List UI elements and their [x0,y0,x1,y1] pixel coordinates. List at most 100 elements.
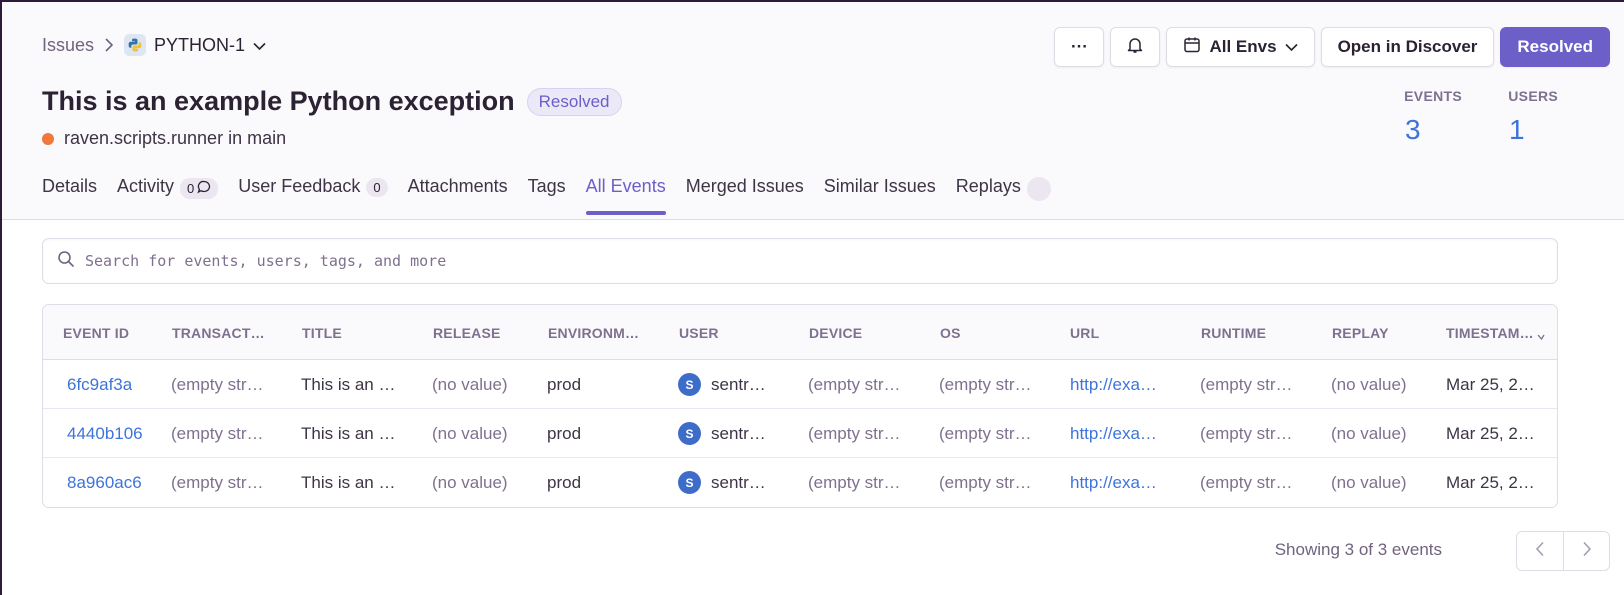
tab-merged-issues[interactable]: Merged Issues [686,172,804,220]
title-cell: This is an … [301,423,396,443]
column-header-url[interactable]: URL [1070,305,1099,360]
column-header-title[interactable]: TITLE [302,305,342,360]
url-link[interactable]: http://exa… [1070,360,1157,409]
search-icon [57,250,75,273]
replay-cell: (no value) [1331,423,1407,443]
events-count[interactable]: 3 [1380,114,1462,146]
url-link[interactable]: http://exa… [1070,409,1157,458]
activity-count-badge: 0 [180,178,219,199]
users-stat-label: USERS [1508,88,1558,104]
tab-label: Activity [117,176,175,196]
issue-header: Issues PYTHON-1 ··· All Envs Open in Dis… [2,2,1624,220]
column-header-release[interactable]: RELEASE [433,305,501,360]
tab-label: All Events [585,176,666,196]
column-header-replay[interactable]: REPLAY [1332,305,1389,360]
tab-details[interactable]: Details [42,172,97,220]
timestamp-cell: Mar 25, 2… [1446,423,1535,443]
resolved-button[interactable]: Resolved [1500,27,1610,67]
users-stat: USERS 1 [1502,88,1558,146]
issue-title-row: This is an example Python exception Reso… [42,86,622,117]
subscribe-button[interactable] [1110,27,1161,67]
table-header: EVENT ID TRANSACT… TITLE RELEASE ENVIRON… [43,305,1557,360]
replay-cell: (no value) [1331,472,1407,492]
runtime-cell: (empty str… [1200,472,1293,492]
next-page-button[interactable] [1563,532,1609,570]
transaction-cell: (empty str… [171,423,264,443]
issue-tabs: Details Activity 0 User Feedback 0 Attac… [42,172,1051,220]
column-header-device[interactable]: DEVICE [809,305,862,360]
tab-label: Replays [955,176,1021,196]
tab-label: Attachments [407,176,508,196]
event-id-link[interactable]: 8a960ac6 [67,458,142,507]
tab-all-events[interactable]: All Events [585,172,666,220]
title-cell: This is an … [301,472,396,492]
pagination-controls [1516,531,1610,571]
environment-cell: prod [547,472,582,492]
column-header-runtime[interactable]: RUNTIME [1201,305,1266,360]
runtime-cell: (empty str… [1200,423,1293,443]
tab-activity[interactable]: Activity 0 [117,172,219,220]
events-stat-label: EVENTS [1404,88,1462,104]
calendar-icon [1183,36,1201,59]
release-cell: (no value) [432,374,508,394]
table-row: 8a960ac6 (empty str… This is an … (no va… [43,458,1557,507]
transaction-cell: (empty str… [171,374,264,394]
tab-tags[interactable]: Tags [528,172,566,220]
previous-page-button[interactable] [1517,532,1563,570]
environment-selector[interactable]: All Envs [1166,27,1315,67]
events-table: EVENT ID TRANSACT… TITLE RELEASE ENVIRON… [42,304,1558,508]
bell-icon [1126,36,1144,59]
avatar: S [678,471,701,494]
user-name: sentr… [711,472,766,492]
chevron-right-icon [1582,541,1592,562]
breadcrumb: Issues PYTHON-1 [42,32,266,58]
more-actions-button[interactable]: ··· [1054,27,1105,67]
environment-cell: prod [547,423,582,443]
open-in-discover-button[interactable]: Open in Discover [1320,27,1495,67]
timestamp-cell: Mar 25, 2… [1446,472,1535,492]
project-selector[interactable]: PYTHON-1 [124,34,266,56]
avatar: S [678,422,701,445]
column-header-environment[interactable]: ENVIRONM… [548,305,639,360]
column-header-os[interactable]: OS [940,305,961,360]
column-header-label: TIMESTAM… [1446,324,1534,341]
url-link[interactable]: http://exa… [1070,458,1157,507]
user-name: sentr… [711,423,766,443]
event-id-link[interactable]: 6fc9af3a [67,360,132,409]
users-count[interactable]: 1 [1502,114,1558,146]
user-cell[interactable]: S sentr… [678,360,766,409]
event-id-link[interactable]: 4440b106 [67,409,143,458]
tab-similar-issues[interactable]: Similar Issues [824,172,936,220]
title-cell: This is an … [301,374,396,394]
release-cell: (no value) [432,472,508,492]
comment-icon [197,180,211,197]
column-header-transaction[interactable]: TRANSACT… [172,305,265,360]
device-cell: (empty str… [808,472,901,492]
tab-label: Tags [527,176,566,196]
events-stat: EVENTS 3 [1380,88,1462,146]
user-name: sentr… [711,374,766,394]
runtime-cell: (empty str… [1200,374,1293,394]
tab-attachments[interactable]: Attachments [408,172,508,220]
feedback-count-badge: 0 [366,178,388,197]
python-icon [124,34,147,56]
tab-label: Similar Issues [823,176,936,196]
search-input[interactable] [85,239,1557,283]
chevron-down-icon [1285,37,1298,57]
column-header-event-id[interactable]: EVENT ID [63,305,129,360]
breadcrumb-issues-link[interactable]: Issues [42,35,94,56]
tab-replays[interactable]: Replays [956,172,1051,220]
project-name: PYTHON-1 [154,34,246,55]
column-header-user[interactable]: USER [679,305,719,360]
column-header-timestamp[interactable]: TIMESTAM… [1446,305,1545,360]
user-cell[interactable]: S sentr… [678,409,766,458]
user-cell[interactable]: S sentr… [678,458,766,507]
transaction-cell: (empty str… [171,472,264,492]
os-cell: (empty str… [939,374,1032,394]
tab-user-feedback[interactable]: User Feedback 0 [238,172,388,220]
tab-label: Merged Issues [685,176,804,196]
timestamp-cell: Mar 25, 2… [1446,374,1535,394]
event-search-bar[interactable] [42,238,1558,284]
issue-culprit: raven.scripts.runner in main [42,128,286,149]
table-row: 4440b106 (empty str… This is an … (no va… [43,409,1557,458]
